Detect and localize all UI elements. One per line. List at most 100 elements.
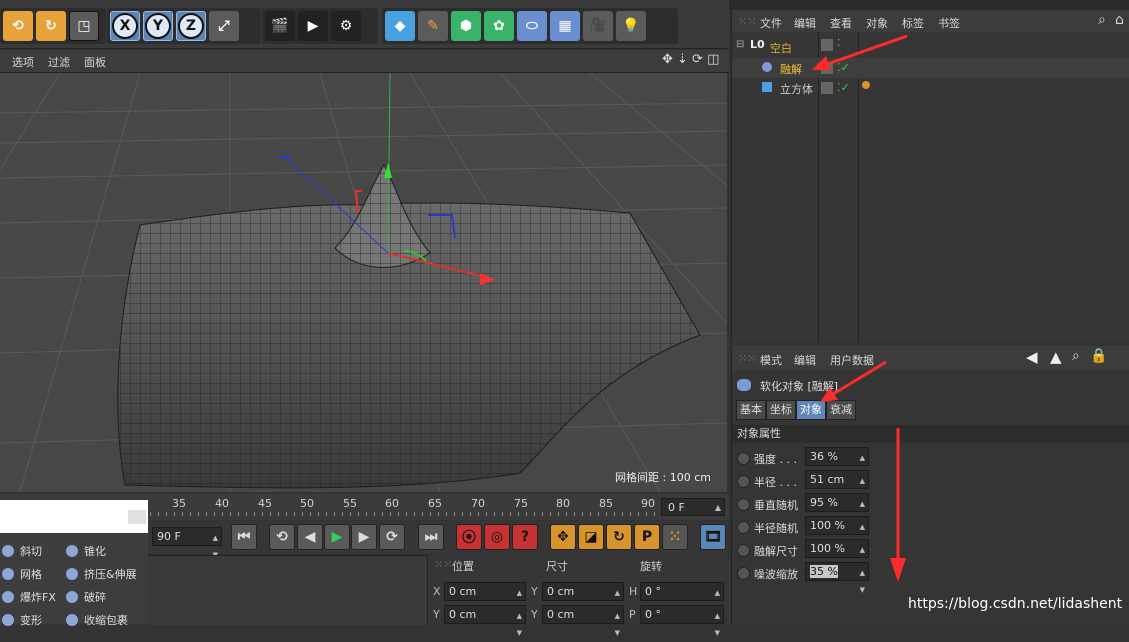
subdivision-icon[interactable]: ⬢: [451, 11, 481, 41]
palette-item-bevel[interactable]: 斜切: [2, 540, 42, 562]
palette-item-mesh[interactable]: 网格: [2, 563, 42, 585]
menu-mode[interactable]: 模式: [760, 352, 782, 368]
vertical-random-field[interactable]: 95 %▲▼: [805, 493, 869, 525]
previous-frame-icon[interactable]: ◀: [297, 524, 323, 550]
menu-options[interactable]: 选项: [12, 54, 34, 70]
melt-size-field[interactable]: 100 %▲▼: [805, 539, 869, 571]
animate-icon[interactable]: [737, 521, 750, 534]
render-settings-icon[interactable]: ⚙: [331, 11, 361, 41]
cube-icon[interactable]: ◆: [385, 11, 415, 41]
select-icon[interactable]: ◳: [69, 11, 99, 41]
x-axis-icon[interactable]: X: [110, 11, 140, 41]
scale-key-icon[interactable]: ◪: [578, 524, 604, 550]
noise-scale-field[interactable]: 35 % ▲ ▼: [805, 562, 869, 594]
animate-icon[interactable]: [737, 475, 750, 488]
y-axis-icon[interactable]: Y: [143, 11, 173, 41]
viewport[interactable]: 网格间距 : 100 cm: [0, 73, 727, 492]
size-y-field[interactable]: 0 cm ▲ ▼: [542, 605, 624, 637]
palette-item-shatter[interactable]: 破碎: [66, 586, 106, 608]
home-icon[interactable]: ⌂: [1115, 12, 1124, 28]
parameter-key-icon[interactable]: P: [634, 524, 660, 550]
animate-icon[interactable]: [737, 498, 750, 511]
tick-label: 40: [215, 497, 229, 510]
size-header: 尺寸: [546, 560, 568, 573]
size-x-field[interactable]: 0 cm▲▼: [542, 582, 624, 614]
palette-item-explosion[interactable]: 爆炸FX: [2, 586, 56, 608]
palette-item-squash[interactable]: 挤压&伸展: [66, 563, 137, 585]
animate-icon[interactable]: [737, 452, 750, 465]
film-icon[interactable]: 🎞: [700, 524, 726, 550]
menu-filter[interactable]: 过滤: [48, 54, 70, 70]
cloner-icon[interactable]: ✿: [484, 11, 514, 41]
position-x-field[interactable]: 0 cm▲▼: [444, 582, 526, 614]
object-name[interactable]: 融解: [780, 61, 802, 77]
checkmark-icon[interactable]: ⁚✓: [837, 81, 850, 94]
menu-bookmark[interactable]: 书签: [938, 15, 960, 31]
tag-icon[interactable]: [862, 81, 870, 89]
object-name[interactable]: 立方体: [780, 81, 813, 97]
move-key-icon[interactable]: ✥: [550, 524, 576, 550]
next-frame-icon[interactable]: ▶: [351, 524, 377, 550]
render-view-icon[interactable]: 🎬: [265, 11, 295, 41]
current-frame-field[interactable]: 0 F ▲▼: [661, 498, 725, 530]
tab-coordinates[interactable]: 坐标: [766, 400, 796, 420]
animate-icon[interactable]: [737, 544, 750, 557]
play-icon[interactable]: ▶: [324, 524, 350, 550]
light-icon[interactable]: 💡: [616, 11, 646, 41]
object-row-cube[interactable]: 立方体 ⁚✓: [732, 78, 1129, 98]
keyframe-selection-icon[interactable]: ?: [512, 524, 538, 550]
object-row-melt[interactable]: 融解 ⁚✓: [732, 58, 1129, 78]
radius-field[interactable]: 51 cm▲▼: [805, 470, 869, 502]
z-axis-icon[interactable]: Z: [176, 11, 206, 41]
radius-random-field[interactable]: 100 %▲▼: [805, 516, 869, 548]
auto-key-icon[interactable]: ◎: [484, 524, 510, 550]
rotation-h-field[interactable]: 0 °▲▼: [640, 582, 724, 614]
palette-item-deform[interactable]: 变形: [2, 609, 42, 631]
main-toolbar: ⟲ ↻ ◳ X Y Z ⤢ 🎬 ▶ ⚙ ◆ ✎ ⬢ ✿ ⬭ ▦ 🎥 💡: [0, 0, 729, 49]
palette-item-taper[interactable]: 锥化: [66, 540, 106, 562]
drag-handle-icon[interactable]: ⁙⁙: [738, 15, 756, 28]
panel-gap: [729, 0, 1129, 10]
object-manager: ⁙⁙ 文件 编辑 查看 对象 标签 书签 ⌕ ⌂ ⊟ L0 空白 ⁚ 融解 ⁚✓…: [731, 10, 1129, 342]
objects-group: ◆ ✎ ⬢ ✿ ⬭ ▦ 🎥 💡: [382, 8, 678, 44]
render-picture-viewer-icon[interactable]: ▶: [298, 11, 328, 41]
camera-icon[interactable]: 🎥: [583, 11, 613, 41]
next-key-icon[interactable]: ⟳: [379, 524, 405, 550]
tab-basic[interactable]: 基本: [736, 400, 766, 420]
record-icon[interactable]: ⦿: [456, 524, 482, 550]
pen-icon[interactable]: ✎: [418, 11, 448, 41]
end-frame-field[interactable]: 90 F ▲▼: [152, 527, 222, 559]
animate-icon[interactable]: [737, 567, 750, 580]
collapse-icon[interactable]: ⊟: [736, 39, 744, 50]
position-y-field[interactable]: 0 cm ▲ ▼: [444, 605, 526, 637]
search-icon[interactable]: ⌕: [1098, 12, 1106, 28]
grid-spacing-label: 网格间距 : 100 cm: [615, 471, 711, 484]
drag-handle-icon[interactable]: ⁙⁙: [434, 558, 452, 571]
object-row-null[interactable]: ⊟ L0 空白 ⁚: [732, 36, 1129, 56]
menu-panel[interactable]: 面板: [84, 54, 106, 70]
object-name[interactable]: 空白: [770, 40, 792, 56]
layer-icon[interactable]: [821, 82, 833, 94]
strength-field[interactable]: 36 %▲▼: [805, 447, 869, 479]
menu-file[interactable]: 文件: [760, 15, 782, 31]
rotation-p-field[interactable]: 0 ° ▲ ▼: [640, 605, 724, 637]
coordinate-system-icon[interactable]: ⤢: [209, 11, 239, 41]
floor-icon[interactable]: ▦: [550, 11, 580, 41]
drag-handle-icon[interactable]: ⁙⁙: [738, 352, 756, 365]
palette-close-icon[interactable]: [128, 510, 146, 524]
search-icon[interactable]: ⌕: [1072, 348, 1080, 364]
previous-key-icon[interactable]: ⟲: [269, 524, 295, 550]
viewport-nav-icon[interactable]: ✥ ⇣ ⟳ ◫: [662, 52, 719, 67]
point-level-icon[interactable]: ⁙: [662, 524, 688, 550]
refresh-icon[interactable]: ↻: [36, 11, 66, 41]
rotate-key-icon[interactable]: ↻: [606, 524, 632, 550]
go-to-end-icon[interactable]: ⏭: [418, 524, 444, 550]
lock-icon[interactable]: 🔒: [1090, 348, 1107, 364]
palette-item-shrinkwrap[interactable]: 收缩包裹: [66, 609, 128, 631]
up-arrow-icon[interactable]: ▲: [1050, 348, 1062, 366]
go-to-start-icon[interactable]: ⏮: [231, 524, 257, 550]
tick-label: 50: [300, 497, 314, 510]
undo-icon[interactable]: ⟲: [3, 11, 33, 41]
deformer-icon[interactable]: ⬭: [517, 11, 547, 41]
back-arrow-icon[interactable]: ◀: [1026, 348, 1038, 366]
